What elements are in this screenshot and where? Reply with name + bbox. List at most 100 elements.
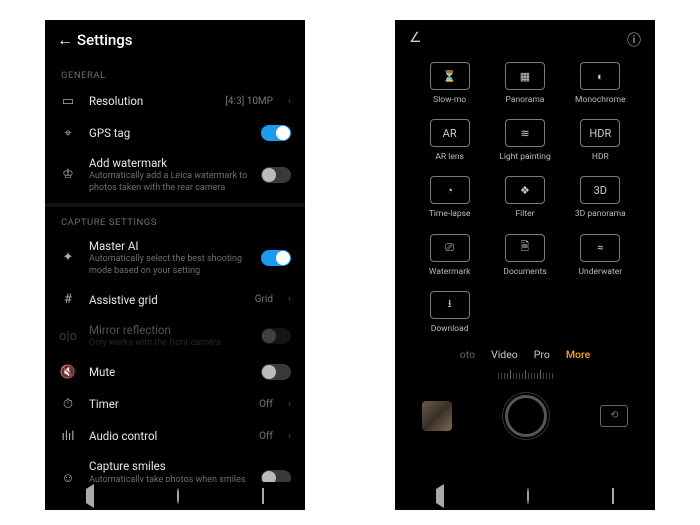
nav-recent-icon[interactable] — [612, 489, 614, 503]
shutter-button[interactable] — [505, 395, 547, 437]
location-icon: ⌖ — [59, 126, 77, 141]
mute-toggle[interactable] — [261, 364, 291, 380]
row-smiles[interactable]: ☺ Capture smiles Automatically take phot… — [45, 452, 305, 482]
modes-grid: ⏳ Slow-mo ▦Panorama ◐ Monochrome ARAR lens≋Li… — [395, 56, 655, 338]
mode-monochrome[interactable]: ◐ Monochrome — [566, 62, 635, 105]
edit-icon[interactable]: ∠ — [409, 30, 422, 50]
mode-icon: AR — [430, 119, 470, 147]
settings-screen: ← Settings GENERAL ▭ Resolution [4:3] 10… — [45, 20, 305, 510]
android-navbar — [45, 482, 305, 510]
section-general-label: GENERAL — [45, 62, 305, 85]
section-divider — [45, 203, 305, 207]
nav-back-icon[interactable] — [436, 489, 444, 503]
mode-label: Documents — [503, 267, 546, 277]
camera-controls: ⟲ — [395, 387, 655, 471]
mirror-toggle — [261, 328, 291, 344]
mode-icon: ❖ — [505, 176, 545, 204]
chevron-right-icon: › — [288, 399, 291, 410]
row-watermark[interactable]: ♔ Add watermark Automatically add a Leic… — [45, 149, 305, 201]
chevron-right-icon: › — [288, 96, 291, 107]
smiles-sub: Automatically take photos when smiles ar… — [89, 475, 249, 482]
tab-photo[interactable]: oto — [460, 348, 475, 361]
mode-label: Slow-mo — [433, 95, 466, 105]
mode-ar-lens[interactable]: ARAR lens — [415, 119, 484, 162]
mode-icon: ⏳ — [430, 62, 470, 90]
smile-icon: ☺ — [59, 470, 77, 482]
mode-dial[interactable] — [395, 365, 655, 379]
gps-toggle[interactable] — [261, 125, 291, 141]
row-gps[interactable]: ⌖ GPS tag — [45, 117, 305, 149]
mode-3d-panorama[interactable]: 3D3D panorama — [566, 176, 635, 219]
mode-underwater[interactable]: ≈ Underwater — [566, 234, 635, 277]
settings-header: ← Settings — [45, 20, 305, 58]
nav-back-icon[interactable] — [86, 489, 94, 503]
mode-label: HDR — [592, 152, 609, 162]
page-title: Settings — [77, 31, 133, 49]
mode-label: Watermark — [429, 267, 470, 277]
grid-icon: # — [59, 292, 77, 307]
row-timer[interactable]: ⏱ Timer Off › — [45, 388, 305, 420]
mode-documents[interactable]: 🗎 Documents — [490, 234, 559, 277]
nav-recent-icon[interactable] — [262, 489, 264, 503]
tab-video[interactable]: Video — [491, 348, 518, 361]
mode-panorama[interactable]: ▦Panorama — [490, 62, 559, 105]
row-mute[interactable]: 🔇 Mute — [45, 356, 305, 388]
resolution-value: [4:3] 10MP — [225, 96, 273, 107]
mode-icon: 🗎 — [505, 234, 545, 262]
master-ai-toggle[interactable] — [261, 250, 291, 266]
gallery-thumbnail[interactable] — [422, 401, 452, 431]
mode-filter[interactable]: ❖Filter — [490, 176, 559, 219]
mode-slow-mo[interactable]: ⏳ Slow-mo — [415, 62, 484, 105]
back-icon[interactable]: ← — [57, 30, 77, 50]
row-mirror: o|o Mirror reflection Only works with th… — [45, 316, 305, 357]
timer-label: Timer — [89, 397, 247, 411]
resolution-icon: ▭ — [59, 94, 77, 109]
row-resolution[interactable]: ▭ Resolution [4:3] 10MP › — [45, 85, 305, 117]
smiles-label: Capture smiles — [89, 459, 249, 473]
mode-icon: ≋ — [505, 119, 545, 147]
mode-label: Underwater — [579, 267, 623, 277]
chevron-right-icon: › — [288, 294, 291, 305]
row-grid[interactable]: # Assistive grid Grid › — [45, 284, 305, 316]
mode-label: Time-lapse — [429, 209, 471, 219]
mode-hdr[interactable]: HDRHDR — [566, 119, 635, 162]
mirror-icon: o|o — [59, 329, 77, 344]
camera-tabs: oto Video Pro More — [395, 338, 655, 365]
camera-topbar: ∠ ⓘ — [395, 20, 655, 56]
row-master-ai[interactable]: ✦ Master AI Automatically select the bes… — [45, 232, 305, 284]
mode-download[interactable]: ⭳Download — [415, 291, 484, 334]
resolution-label: Resolution — [89, 94, 213, 108]
mute-icon: 🔇 — [59, 365, 77, 380]
timer-value: Off — [259, 399, 273, 410]
info-icon[interactable]: ⓘ — [627, 30, 641, 50]
mode-light-painting[interactable]: ≋Light painting — [490, 119, 559, 162]
mode-label: Monochrome — [575, 95, 626, 105]
watermark-toggle[interactable] — [261, 167, 291, 183]
mirror-label: Mirror reflection — [89, 323, 249, 337]
mirror-sub: Only works with the front camera — [89, 338, 249, 349]
audio-label: Audio control — [89, 429, 247, 443]
audio-value: Off — [259, 431, 273, 442]
nav-home-icon[interactable] — [177, 489, 179, 503]
smiles-toggle[interactable] — [261, 470, 291, 482]
gps-label: GPS tag — [89, 126, 249, 140]
tab-pro[interactable]: Pro — [534, 348, 550, 361]
audio-icon: ılıl — [59, 429, 77, 444]
android-navbar — [395, 482, 655, 510]
section-capture-label: CAPTURE SETTINGS — [45, 209, 305, 232]
chevron-right-icon: › — [288, 431, 291, 442]
mode-icon: ◔ — [430, 176, 470, 204]
mode-time-lapse[interactable]: ◔ Time-lapse — [415, 176, 484, 219]
mode-label: Download — [431, 324, 469, 334]
mode-icon: ◐ — [580, 62, 620, 90]
mode-watermark[interactable]: ⎚ Watermark — [415, 234, 484, 277]
mode-icon: ≈ — [580, 234, 620, 262]
mode-icon: ⎚ — [430, 234, 470, 262]
row-audio[interactable]: ılıl Audio control Off › — [45, 420, 305, 452]
tab-more[interactable]: More — [566, 348, 590, 361]
switch-camera-button[interactable]: ⟲ — [600, 405, 628, 427]
master-ai-sub: Automatically select the best shooting m… — [89, 254, 249, 277]
grid-label: Assistive grid — [89, 293, 243, 307]
nav-home-icon[interactable] — [527, 489, 529, 503]
camera-modes-screen: ∠ ⓘ ⏳ Slow-mo ▦Panorama ◐ Monochrome ARAR len… — [395, 20, 655, 510]
